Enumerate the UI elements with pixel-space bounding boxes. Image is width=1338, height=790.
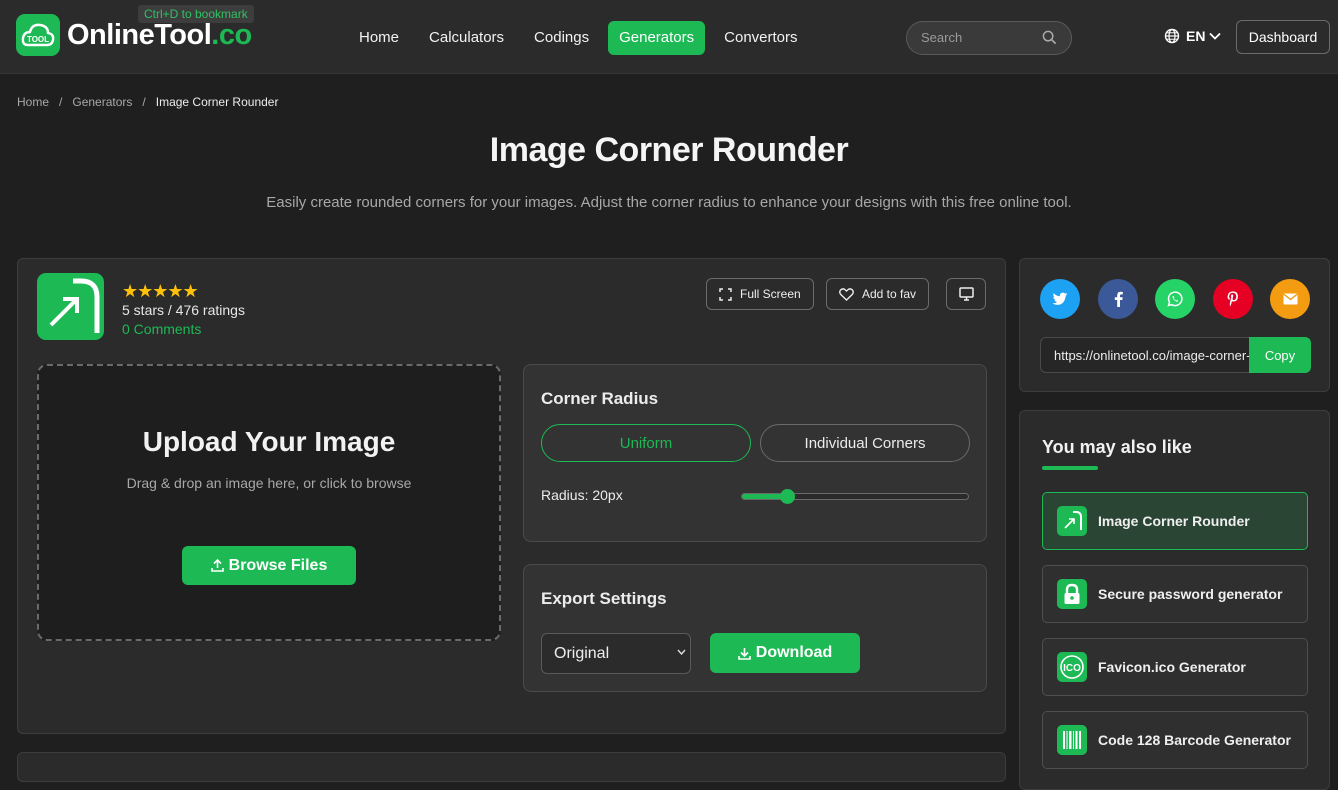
share-panel: https://onlinetool.co/image-corner-round… <box>1019 258 1330 392</box>
search-input[interactable] <box>921 30 1041 45</box>
download-label: Download <box>755 644 833 661</box>
nav-generators[interactable]: Generators <box>608 21 706 55</box>
lock-icon <box>1057 579 1087 609</box>
chevron-down-icon <box>677 649 686 655</box>
rating-text: 5 stars / 476 ratings <box>122 302 245 318</box>
globe-icon <box>1164 28 1180 44</box>
uniform-mode-button[interactable]: Uniform <box>541 424 751 462</box>
logo-badge-icon: TOOL <box>16 14 60 56</box>
copy-url-button[interactable]: Copy <box>1249 337 1311 373</box>
breadcrumb-current: Image Corner Rounder <box>155 95 279 109</box>
language-label: EN <box>1186 28 1206 44</box>
corner-radius-card: Corner Radius Uniform Individual Corners… <box>523 364 987 542</box>
svg-text:ICO: ICO <box>1063 663 1081 674</box>
nav-codings[interactable]: Codings <box>523 21 600 55</box>
logo-main-text: OnlineTool <box>67 18 212 51</box>
browse-files-label: Browse Files <box>228 556 328 574</box>
fullscreen-button[interactable]: Full Screen <box>706 278 814 310</box>
related-tools-title: You may also like <box>1042 437 1192 457</box>
related-tool-label: Favicon.ico Generator <box>1098 659 1246 675</box>
share-facebook-button[interactable] <box>1098 279 1138 319</box>
radius-value-label: Radius: 20px <box>541 487 623 503</box>
format-select[interactable]: Original <box>541 633 691 674</box>
breadcrumb: Home / Generators / Image Corner Rounder <box>17 95 278 109</box>
export-settings-card: Export Settings Original Download <box>523 564 987 692</box>
share-twitter-button[interactable] <box>1040 279 1080 319</box>
email-icon <box>1282 293 1298 305</box>
main-nav: Home Calculators Codings Generators Conv… <box>348 21 817 55</box>
page-description: Easily create rounded corners for your i… <box>266 194 1072 211</box>
logo-tld-text: .co <box>211 18 252 51</box>
title-underline <box>1042 466 1098 470</box>
corner-radius-title: Corner Radius <box>541 389 659 408</box>
barcode-icon <box>1057 725 1087 755</box>
share-whatsapp-button[interactable] <box>1155 279 1195 319</box>
facebook-icon <box>1114 291 1123 307</box>
export-settings-title: Export Settings <box>541 589 667 608</box>
logo-text: OnlineTool.co <box>67 19 252 52</box>
related-tool-label: Image Corner Rounder <box>1098 513 1250 529</box>
svg-text:TOOL: TOOL <box>27 35 49 44</box>
corner-arrow-icon <box>37 273 104 340</box>
heart-icon <box>839 287 862 301</box>
related-tool-label: Secure password generator <box>1098 586 1283 602</box>
share-pinterest-button[interactable] <box>1213 279 1253 319</box>
breadcrumb-separator: / <box>59 95 63 109</box>
page-title: Image Corner Rounder <box>489 131 849 169</box>
rating-block: ★★★★★ 5 stars / 476 ratings 0 Comments <box>122 281 245 337</box>
language-selector[interactable]: EN <box>1164 28 1222 44</box>
related-tool-item[interactable]: Secure password generator <box>1042 565 1308 623</box>
comments-link[interactable]: 0 Comments <box>122 321 245 337</box>
chevron-down-icon <box>1209 32 1222 40</box>
related-tools-panel: You may also like Image Corner Rounder S… <box>1019 410 1330 790</box>
fullscreen-label: Full Screen <box>740 287 801 301</box>
dashboard-button[interactable]: Dashboard <box>1236 20 1330 54</box>
download-button[interactable]: Download <box>710 633 860 673</box>
breadcrumb-generators[interactable]: Generators <box>72 95 132 109</box>
upload-hint: Drag & drop an image here, or click to b… <box>126 475 412 491</box>
top-header: TOOL OnlineTool.co Ctrl+D to bookmark Ho… <box>0 0 1338 74</box>
tool-panel: ★★★★★ 5 stars / 476 ratings 0 Comments F… <box>17 258 1006 734</box>
search-box <box>906 21 1072 55</box>
star-rating[interactable]: ★★★★★ <box>122 281 245 301</box>
add-to-fav-button[interactable]: Add to fav <box>826 278 930 310</box>
breadcrumb-separator: / <box>142 95 146 109</box>
breadcrumb-home[interactable]: Home <box>17 95 49 109</box>
share-url-field[interactable]: https://onlinetool.co/image-corner-round… <box>1040 337 1249 373</box>
nav-home[interactable]: Home <box>348 21 410 55</box>
radius-slider[interactable] <box>741 489 969 504</box>
related-tool-item[interactable]: Image Corner Rounder <box>1042 492 1308 550</box>
desktop-view-button[interactable] <box>946 278 986 310</box>
upload-icon <box>210 559 229 572</box>
bookmark-hint: Ctrl+D to bookmark <box>138 5 254 23</box>
upload-dropzone[interactable]: Upload Your Image Drag & drop an image h… <box>37 364 501 641</box>
pinterest-icon <box>1227 291 1239 307</box>
share-email-button[interactable] <box>1270 279 1310 319</box>
fullscreen-icon <box>719 287 740 301</box>
download-icon <box>737 647 756 660</box>
related-tool-label: Code 128 Barcode Generator <box>1098 732 1291 748</box>
browse-files-button[interactable]: Browse Files <box>182 546 356 585</box>
monitor-icon <box>958 287 974 301</box>
nav-calculators[interactable]: Calculators <box>418 21 515 55</box>
individual-corners-button[interactable]: Individual Corners <box>760 424 970 462</box>
upload-title: Upload Your Image <box>142 426 396 457</box>
corner-arrow-icon <box>1057 506 1087 536</box>
nav-convertors[interactable]: Convertors <box>713 21 808 55</box>
related-tool-item[interactable]: ICO Favicon.ico Generator <box>1042 638 1308 696</box>
whatsapp-icon <box>1166 290 1184 308</box>
format-select-value: Original <box>554 644 610 662</box>
search-icon[interactable] <box>1042 30 1057 50</box>
ico-icon: ICO <box>1057 652 1087 682</box>
related-tool-item[interactable]: Code 128 Barcode Generator <box>1042 711 1308 769</box>
radius-slider-handle[interactable] <box>780 489 796 504</box>
secondary-panel <box>17 752 1006 782</box>
twitter-icon <box>1052 292 1068 306</box>
add-to-fav-label: Add to fav <box>862 287 917 301</box>
